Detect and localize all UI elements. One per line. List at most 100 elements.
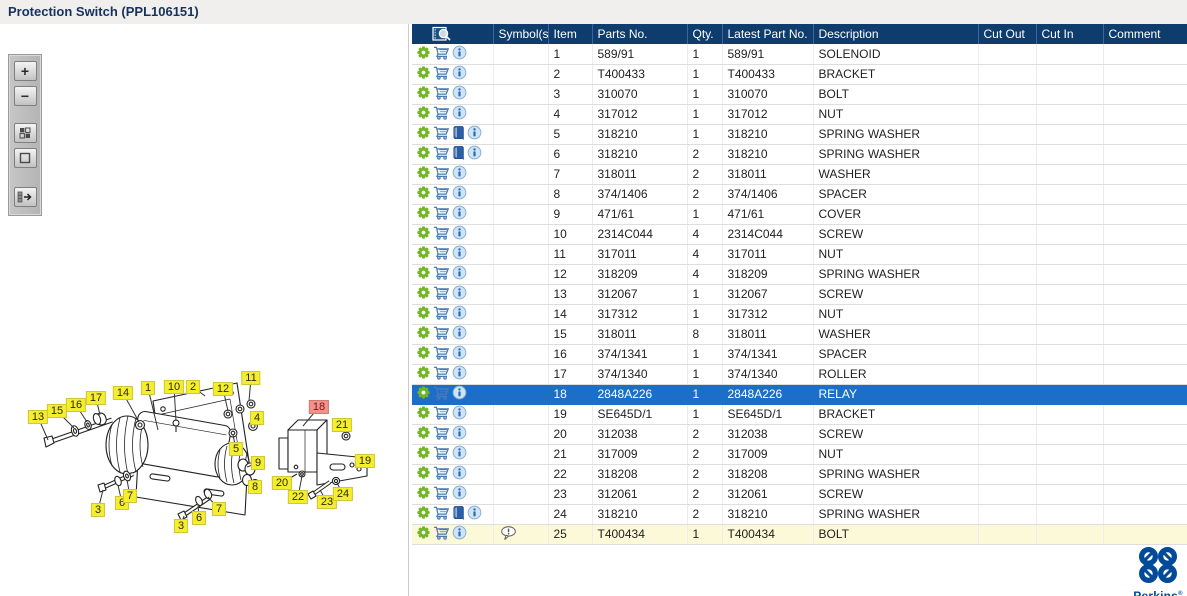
cart-icon[interactable] bbox=[433, 45, 450, 63]
part-label-17[interactable]: 17 bbox=[85, 391, 107, 405]
info-icon[interactable] bbox=[452, 525, 467, 543]
table-row[interactable]: 15 318011 8 318011 WASHER bbox=[412, 324, 1187, 345]
gear-icon[interactable] bbox=[416, 305, 431, 323]
part-label-9[interactable]: 9 bbox=[250, 456, 266, 470]
cart-icon[interactable] bbox=[433, 225, 450, 243]
cart-icon[interactable] bbox=[433, 425, 450, 443]
cart-icon[interactable] bbox=[433, 505, 450, 523]
gear-icon[interactable] bbox=[416, 465, 431, 483]
table-row[interactable]: 5 318210 1 318210 SPRING WASHER bbox=[412, 124, 1187, 145]
info-icon[interactable] bbox=[452, 65, 467, 83]
part-label-4[interactable]: 4 bbox=[249, 411, 265, 425]
info-icon[interactable] bbox=[452, 105, 467, 123]
table-row[interactable]: 17 374/1340 1 374/1340 ROLLER bbox=[412, 364, 1187, 385]
part-label-20[interactable]: 20 bbox=[271, 476, 293, 490]
table-row[interactable]: 7 318011 2 318011 WASHER bbox=[412, 164, 1187, 185]
part-label-13[interactable]: 13 bbox=[27, 410, 49, 424]
part-label-24[interactable]: 24 bbox=[332, 487, 354, 501]
gear-icon[interactable] bbox=[416, 125, 431, 143]
book-icon[interactable] bbox=[452, 145, 465, 163]
part-label-22[interactable]: 22 bbox=[287, 490, 309, 504]
info-icon[interactable] bbox=[452, 45, 467, 63]
part-label-10[interactable]: 10 bbox=[163, 380, 185, 394]
info-icon[interactable] bbox=[452, 85, 467, 103]
table-row[interactable]: 10 2314C044 4 2314C044 SCREW bbox=[412, 224, 1187, 245]
gear-icon[interactable] bbox=[416, 445, 431, 463]
gear-icon[interactable] bbox=[416, 225, 431, 243]
part-label-16[interactable]: 16 bbox=[65, 398, 87, 412]
cart-icon[interactable] bbox=[433, 465, 450, 483]
gear-icon[interactable] bbox=[416, 265, 431, 283]
info-icon[interactable] bbox=[452, 385, 467, 403]
zoom-out-button[interactable]: − bbox=[13, 86, 37, 106]
part-label-19[interactable]: 19 bbox=[354, 454, 376, 468]
info-icon[interactable] bbox=[467, 145, 482, 163]
cart-icon[interactable] bbox=[433, 105, 450, 123]
table-row[interactable]: 11 317011 4 317011 NUT bbox=[412, 244, 1187, 265]
cart-icon[interactable] bbox=[433, 305, 450, 323]
gear-icon[interactable] bbox=[416, 245, 431, 263]
part-label-7[interactable]: 7 bbox=[211, 502, 227, 516]
gear-icon[interactable] bbox=[416, 85, 431, 103]
gear-icon[interactable] bbox=[416, 525, 431, 543]
part-label-21[interactable]: 21 bbox=[331, 418, 353, 432]
info-icon[interactable] bbox=[452, 405, 467, 423]
cart-icon[interactable] bbox=[433, 385, 450, 403]
info-icon[interactable] bbox=[452, 185, 467, 203]
table-row[interactable]: 16 374/1341 1 374/1341 SPACER bbox=[412, 344, 1187, 365]
table-row[interactable]: 14 317312 1 317312 NUT bbox=[412, 304, 1187, 325]
gear-icon[interactable] bbox=[416, 505, 431, 523]
info-icon[interactable] bbox=[452, 345, 467, 363]
part-label-7[interactable]: 7 bbox=[122, 489, 138, 503]
cart-icon[interactable] bbox=[433, 85, 450, 103]
tile-view-button[interactable] bbox=[13, 123, 37, 143]
table-row[interactable]: 19 SE645D/1 1 SE645D/1 BRACKET bbox=[412, 404, 1187, 425]
cart-icon[interactable] bbox=[433, 205, 450, 223]
part-label-15[interactable]: 15 bbox=[46, 404, 68, 418]
fit-view-button[interactable] bbox=[13, 148, 37, 168]
part-label-3[interactable]: 3 bbox=[173, 519, 189, 533]
cart-icon[interactable] bbox=[433, 445, 450, 463]
preview-search-icon[interactable] bbox=[431, 26, 451, 42]
info-icon[interactable] bbox=[452, 465, 467, 483]
part-label-12[interactable]: 12 bbox=[212, 382, 234, 396]
table-row[interactable]: 1 589/91 1 589/91 SOLENOID bbox=[412, 44, 1187, 65]
info-icon[interactable] bbox=[452, 285, 467, 303]
info-icon[interactable] bbox=[452, 245, 467, 263]
info-icon[interactable] bbox=[452, 445, 467, 463]
info-icon[interactable] bbox=[467, 125, 482, 143]
part-label-2[interactable]: 2 bbox=[185, 380, 201, 394]
table-row[interactable]: 18 2848A226 1 2848A226 RELAY bbox=[412, 384, 1187, 405]
cart-icon[interactable] bbox=[433, 65, 450, 83]
cart-icon[interactable] bbox=[433, 125, 450, 143]
cart-icon[interactable] bbox=[433, 485, 450, 503]
table-row[interactable]: 13 312067 1 312067 SCREW bbox=[412, 284, 1187, 305]
gear-icon[interactable] bbox=[416, 425, 431, 443]
table-row[interactable]: 2 T400433 1 T400433 BRACKET bbox=[412, 64, 1187, 85]
table-row[interactable]: 25 T400434 1 T400434 BOLT bbox=[412, 524, 1187, 545]
info-icon[interactable] bbox=[467, 505, 482, 523]
cart-icon[interactable] bbox=[433, 165, 450, 183]
info-icon[interactable] bbox=[452, 485, 467, 503]
info-icon[interactable] bbox=[452, 265, 467, 283]
part-label-18[interactable]: 18 bbox=[308, 400, 330, 414]
table-row[interactable]: 9 471/61 1 471/61 COVER bbox=[412, 204, 1187, 225]
part-label-8[interactable]: 8 bbox=[247, 480, 263, 494]
book-icon[interactable] bbox=[452, 125, 465, 143]
cart-icon[interactable] bbox=[433, 325, 450, 343]
info-icon[interactable] bbox=[452, 205, 467, 223]
cart-icon[interactable] bbox=[433, 185, 450, 203]
gear-icon[interactable] bbox=[416, 105, 431, 123]
table-row[interactable]: 4 317012 1 317012 NUT bbox=[412, 104, 1187, 125]
gear-icon[interactable] bbox=[416, 345, 431, 363]
info-icon[interactable] bbox=[452, 305, 467, 323]
table-row[interactable]: 8 374/1406 2 374/1406 SPACER bbox=[412, 184, 1187, 205]
part-label-3[interactable]: 3 bbox=[90, 503, 106, 517]
table-row[interactable]: 12 318209 4 318209 SPRING WASHER bbox=[412, 264, 1187, 285]
info-icon[interactable] bbox=[452, 365, 467, 383]
table-row[interactable]: 3 310070 1 310070 BOLT bbox=[412, 84, 1187, 105]
gear-icon[interactable] bbox=[416, 45, 431, 63]
gear-icon[interactable] bbox=[416, 145, 431, 163]
part-label-6[interactable]: 6 bbox=[191, 511, 207, 525]
info-icon[interactable] bbox=[452, 165, 467, 183]
